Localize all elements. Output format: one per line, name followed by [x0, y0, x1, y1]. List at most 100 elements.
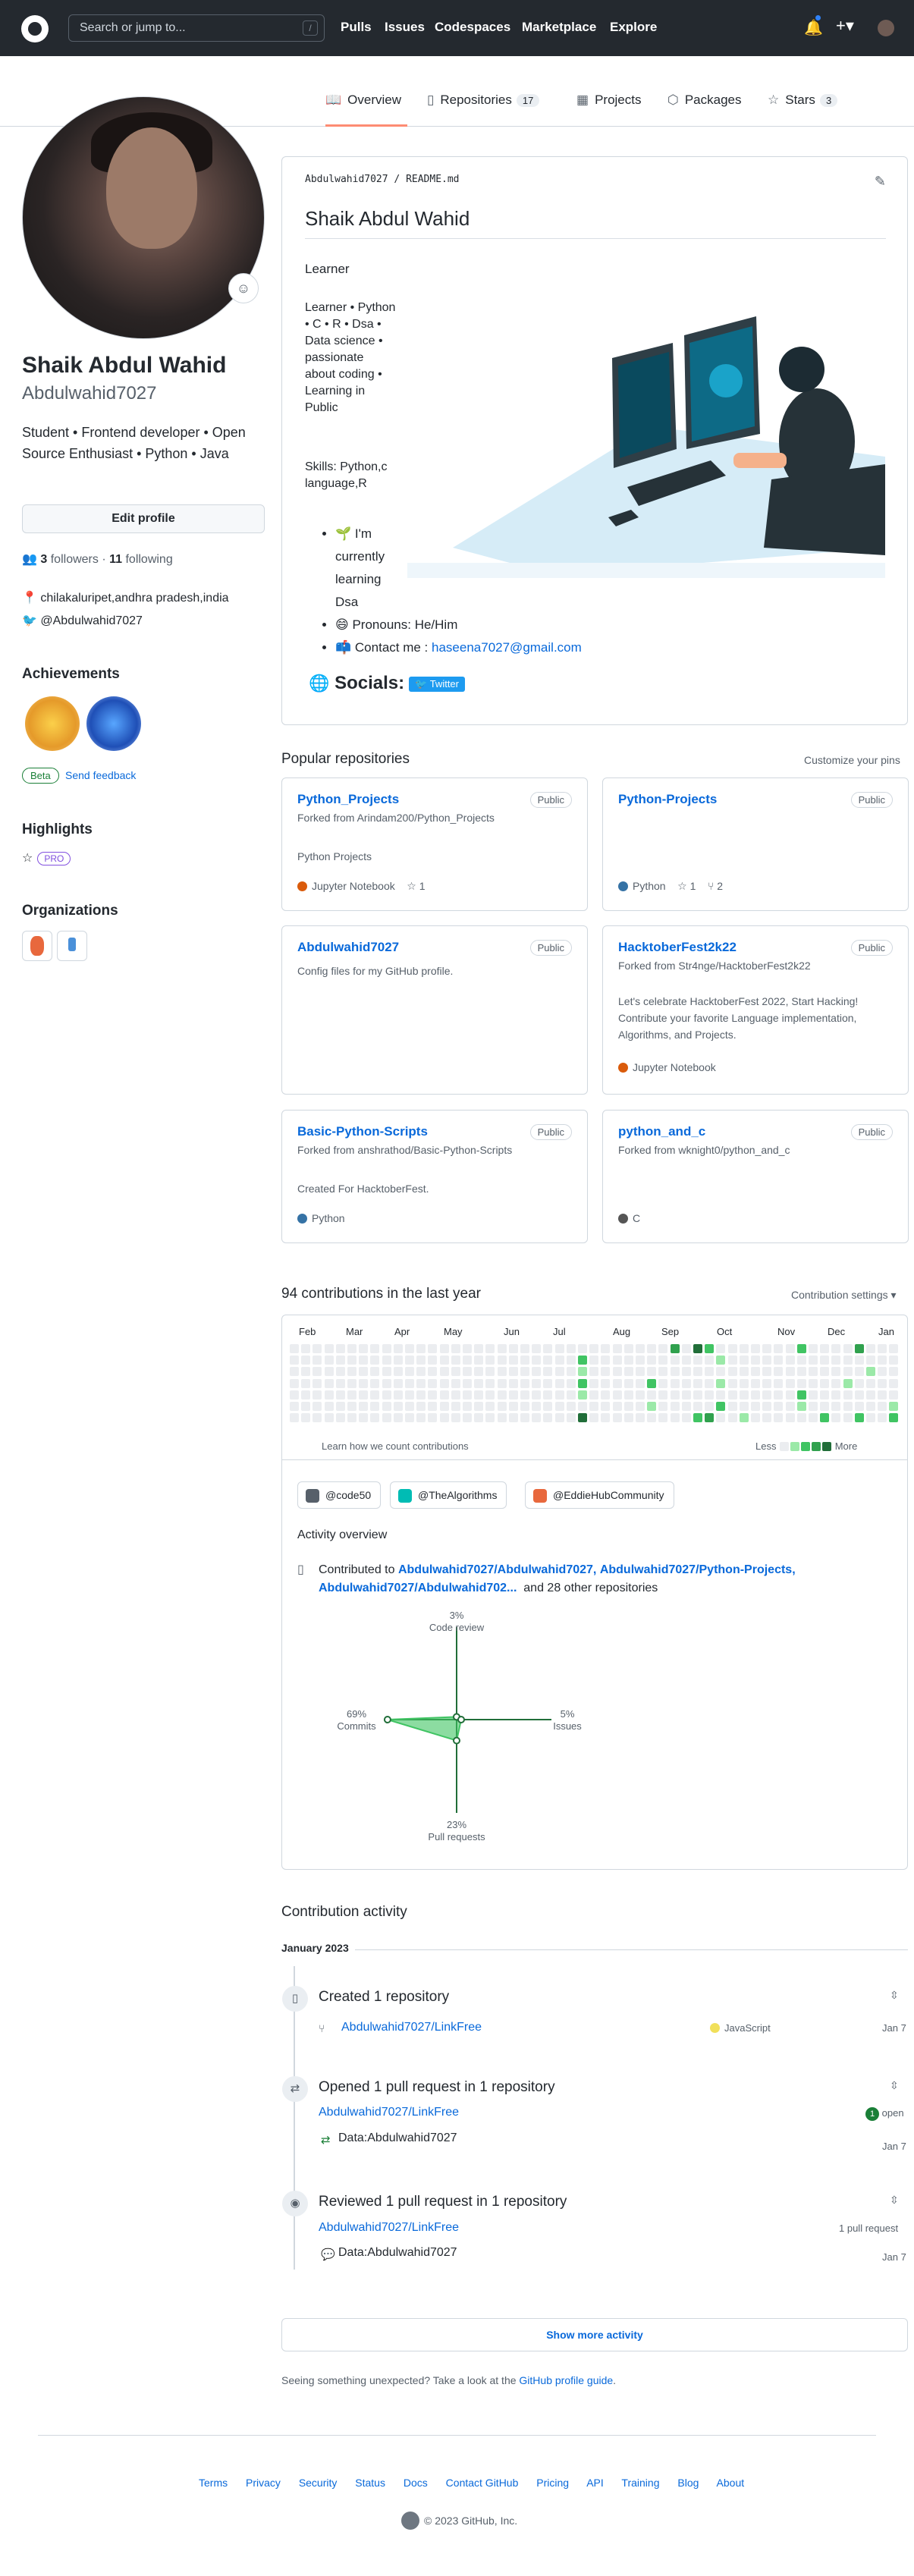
contribution-day[interactable] — [796, 1378, 806, 1388]
contribution-day[interactable] — [658, 1367, 668, 1377]
contribution-day[interactable] — [428, 1402, 438, 1411]
contribution-day[interactable] — [831, 1402, 841, 1411]
contribution-day[interactable] — [359, 1413, 369, 1423]
contribution-day[interactable] — [508, 1367, 518, 1377]
fork-source[interactable]: Forked from wknight0/python_and_c — [618, 1144, 790, 1156]
customize-pins-link[interactable]: Customize your pins — [804, 754, 900, 766]
contribution-day[interactable] — [451, 1367, 460, 1377]
achievement-badge-yolo[interactable] — [25, 696, 80, 751]
contribution-day[interactable] — [532, 1413, 542, 1423]
contribution-day[interactable] — [727, 1367, 737, 1377]
contribution-day[interactable] — [520, 1390, 529, 1400]
repo-name-link[interactable]: HacktoberFest2k22 — [618, 940, 737, 955]
contribution-day[interactable] — [566, 1378, 576, 1388]
contribution-day[interactable] — [405, 1402, 414, 1411]
contribution-day[interactable] — [405, 1367, 414, 1377]
contribution-day[interactable] — [693, 1413, 702, 1423]
contributed-repo-link[interactable]: Abdulwahid7027/Abdulwahid702... — [319, 1582, 517, 1594]
contribution-day[interactable] — [393, 1402, 403, 1411]
contribution-day[interactable] — [843, 1378, 853, 1388]
contribution-day[interactable] — [451, 1344, 460, 1353]
contribution-day[interactable] — [889, 1413, 899, 1423]
contribution-day[interactable] — [820, 1344, 830, 1353]
contribution-day[interactable] — [393, 1378, 403, 1388]
contribution-day[interactable] — [405, 1413, 414, 1423]
contribution-day[interactable] — [370, 1402, 380, 1411]
contribution-day[interactable] — [820, 1378, 830, 1388]
contribution-day[interactable] — [474, 1390, 484, 1400]
contribution-day[interactable] — [520, 1378, 529, 1388]
contribution-day[interactable] — [463, 1378, 472, 1388]
contribution-day[interactable] — [774, 1378, 784, 1388]
contribution-day[interactable] — [578, 1390, 587, 1400]
contribution-day[interactable] — [405, 1344, 414, 1353]
contribution-day[interactable] — [578, 1402, 587, 1411]
send-feedback-link[interactable]: Send feedback — [65, 769, 136, 781]
contribution-day[interactable] — [335, 1402, 345, 1411]
contribution-day[interactable] — [290, 1356, 299, 1365]
contribution-day[interactable] — [301, 1367, 311, 1377]
contribution-day[interactable] — [623, 1367, 633, 1377]
contribution-day[interactable] — [497, 1367, 507, 1377]
contribution-day[interactable] — [416, 1356, 426, 1365]
contribution-day[interactable] — [670, 1356, 680, 1365]
contribution-day[interactable] — [636, 1390, 645, 1400]
contribution-day[interactable] — [347, 1367, 356, 1377]
contribution-day[interactable] — [359, 1390, 369, 1400]
contribution-day[interactable] — [774, 1390, 784, 1400]
contribution-day[interactable] — [866, 1402, 875, 1411]
contribution-day[interactable] — [439, 1344, 449, 1353]
contribution-day[interactable] — [727, 1390, 737, 1400]
contribution-day[interactable] — [647, 1413, 657, 1423]
contribution-day[interactable] — [370, 1378, 380, 1388]
contribution-day[interactable] — [335, 1344, 345, 1353]
event-repo-link[interactable]: Abdulwahid7027/LinkFree — [319, 2221, 459, 2235]
contribution-day[interactable] — [716, 1367, 726, 1377]
contribution-day[interactable] — [485, 1390, 495, 1400]
contribution-day[interactable] — [785, 1367, 795, 1377]
contribution-day[interactable] — [739, 1390, 749, 1400]
contribution-day[interactable] — [878, 1367, 887, 1377]
contribution-day[interactable] — [463, 1413, 472, 1423]
contribution-day[interactable] — [774, 1356, 784, 1365]
contribution-day[interactable] — [623, 1378, 633, 1388]
collapse-toggle-icon[interactable]: ⇳ — [890, 2079, 899, 2092]
nav-marketplace[interactable]: Marketplace — [522, 20, 596, 35]
contribution-day[interactable] — [301, 1390, 311, 1400]
contribution-day[interactable] — [774, 1413, 784, 1423]
footer-link-terms[interactable]: Terms — [199, 2477, 228, 2489]
contribution-day[interactable] — [785, 1344, 795, 1353]
contribution-day[interactable] — [463, 1344, 472, 1353]
twitter-badge[interactable]: 🐦 Twitter — [409, 676, 465, 692]
contribution-day[interactable] — [405, 1378, 414, 1388]
footer-link-blog[interactable]: Blog — [677, 2477, 699, 2489]
contribution-day[interactable] — [393, 1356, 403, 1365]
contribution-day[interactable] — [670, 1367, 680, 1377]
repo-name-link[interactable]: Basic-Python-Scripts — [297, 1124, 428, 1139]
event-repo-link[interactable]: Abdulwahid7027/LinkFree — [341, 2021, 482, 2034]
contribution-day[interactable] — [809, 1344, 818, 1353]
contribution-day[interactable] — [681, 1378, 691, 1388]
contribution-day[interactable] — [589, 1402, 599, 1411]
contribution-day[interactable] — [451, 1356, 460, 1365]
nav-issues[interactable]: Issues — [385, 20, 425, 35]
tab-projects[interactable]: ▦ Projects — [576, 93, 641, 127]
contribution-day[interactable] — [809, 1356, 818, 1365]
contribution-day[interactable] — [612, 1344, 622, 1353]
contribution-day[interactable] — [705, 1402, 715, 1411]
contribution-day[interactable] — [554, 1356, 564, 1365]
contribution-day[interactable] — [670, 1344, 680, 1353]
contribution-day[interactable] — [428, 1367, 438, 1377]
contribution-day[interactable] — [831, 1413, 841, 1423]
fork-source[interactable]: Forked from Str4nge/HacktoberFest2k22 — [618, 960, 811, 972]
contribution-day[interactable] — [796, 1390, 806, 1400]
contribution-day[interactable] — [324, 1367, 334, 1377]
contribution-day[interactable] — [508, 1344, 518, 1353]
contribution-day[interactable] — [313, 1402, 322, 1411]
contribution-day[interactable] — [416, 1390, 426, 1400]
contribution-day[interactable] — [439, 1413, 449, 1423]
contribution-day[interactable] — [658, 1402, 668, 1411]
contribution-day[interactable] — [670, 1378, 680, 1388]
contribution-day[interactable] — [324, 1344, 334, 1353]
contribution-day[interactable] — [751, 1390, 760, 1400]
